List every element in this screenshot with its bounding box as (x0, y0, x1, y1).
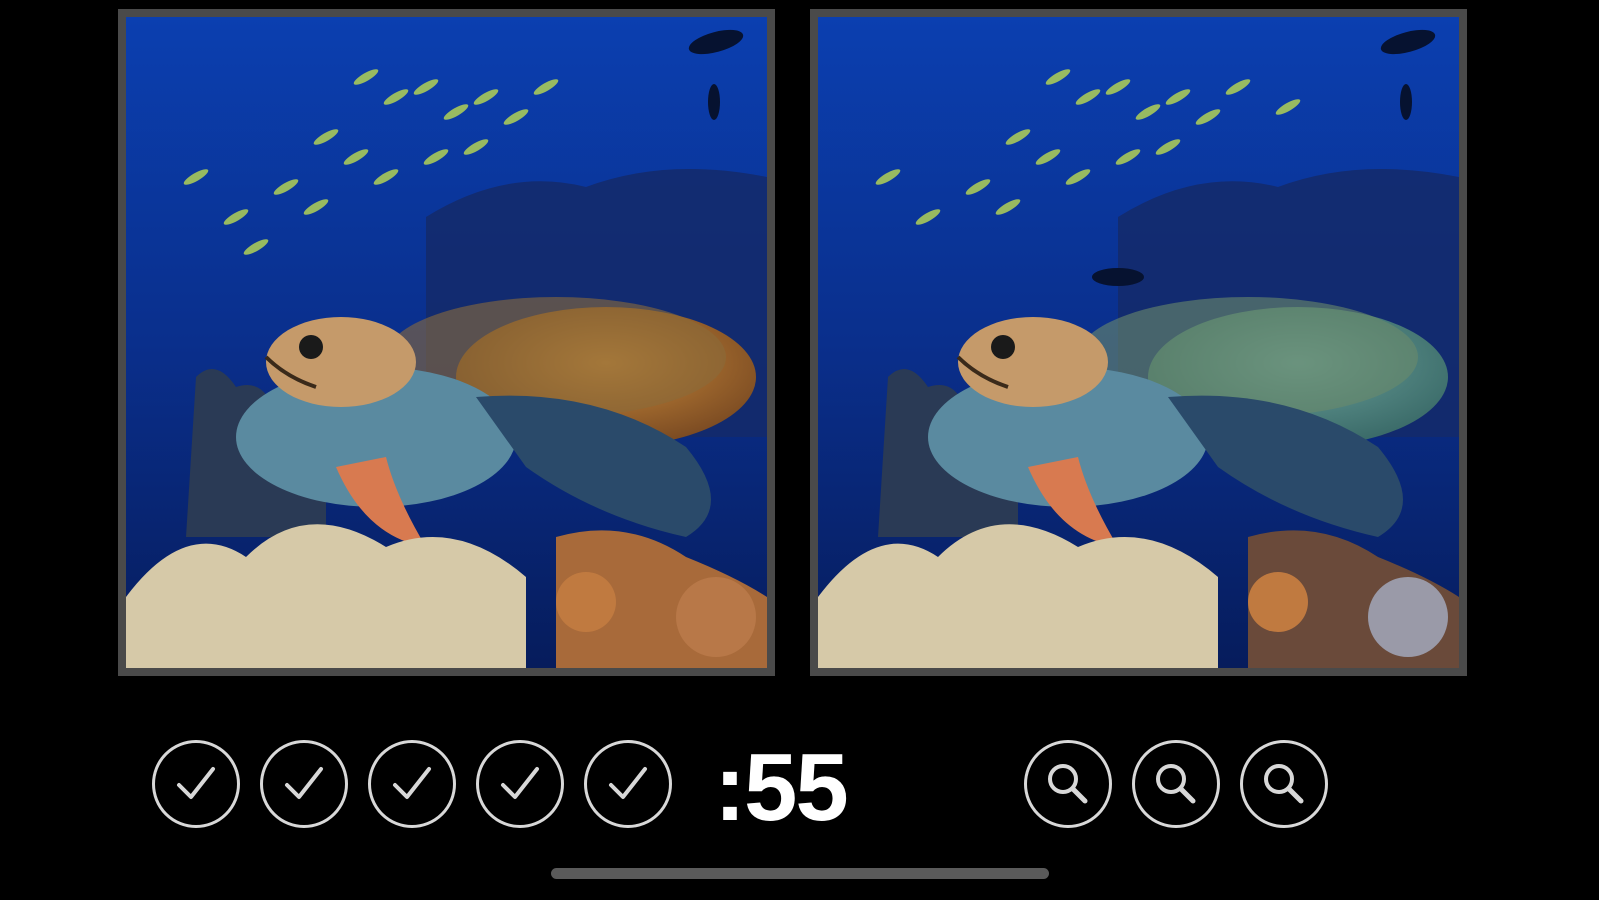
found-difference-3-checkmark-icon (368, 740, 456, 828)
found-difference-4-checkmark-icon (476, 740, 564, 828)
home-indicator-bar[interactable] (551, 868, 1049, 879)
hint-2-magnifier-icon[interactable] (1132, 740, 1220, 828)
underwater-turtle-image-left[interactable] (126, 17, 767, 668)
right-picture-panel[interactable] (810, 9, 1467, 676)
game-screen: :55 (0, 0, 1599, 900)
countdown-timer: :55 (714, 734, 849, 841)
hint-3-magnifier-icon[interactable] (1240, 740, 1328, 828)
found-difference-5-checkmark-icon (584, 740, 672, 828)
found-difference-2-checkmark-icon (260, 740, 348, 828)
game-hud: :55 (0, 740, 1599, 836)
hint-1-magnifier-icon[interactable] (1024, 740, 1112, 828)
underwater-turtle-image-right[interactable] (818, 17, 1459, 668)
left-picture-panel[interactable] (118, 9, 775, 676)
found-difference-1-checkmark-icon (152, 740, 240, 828)
